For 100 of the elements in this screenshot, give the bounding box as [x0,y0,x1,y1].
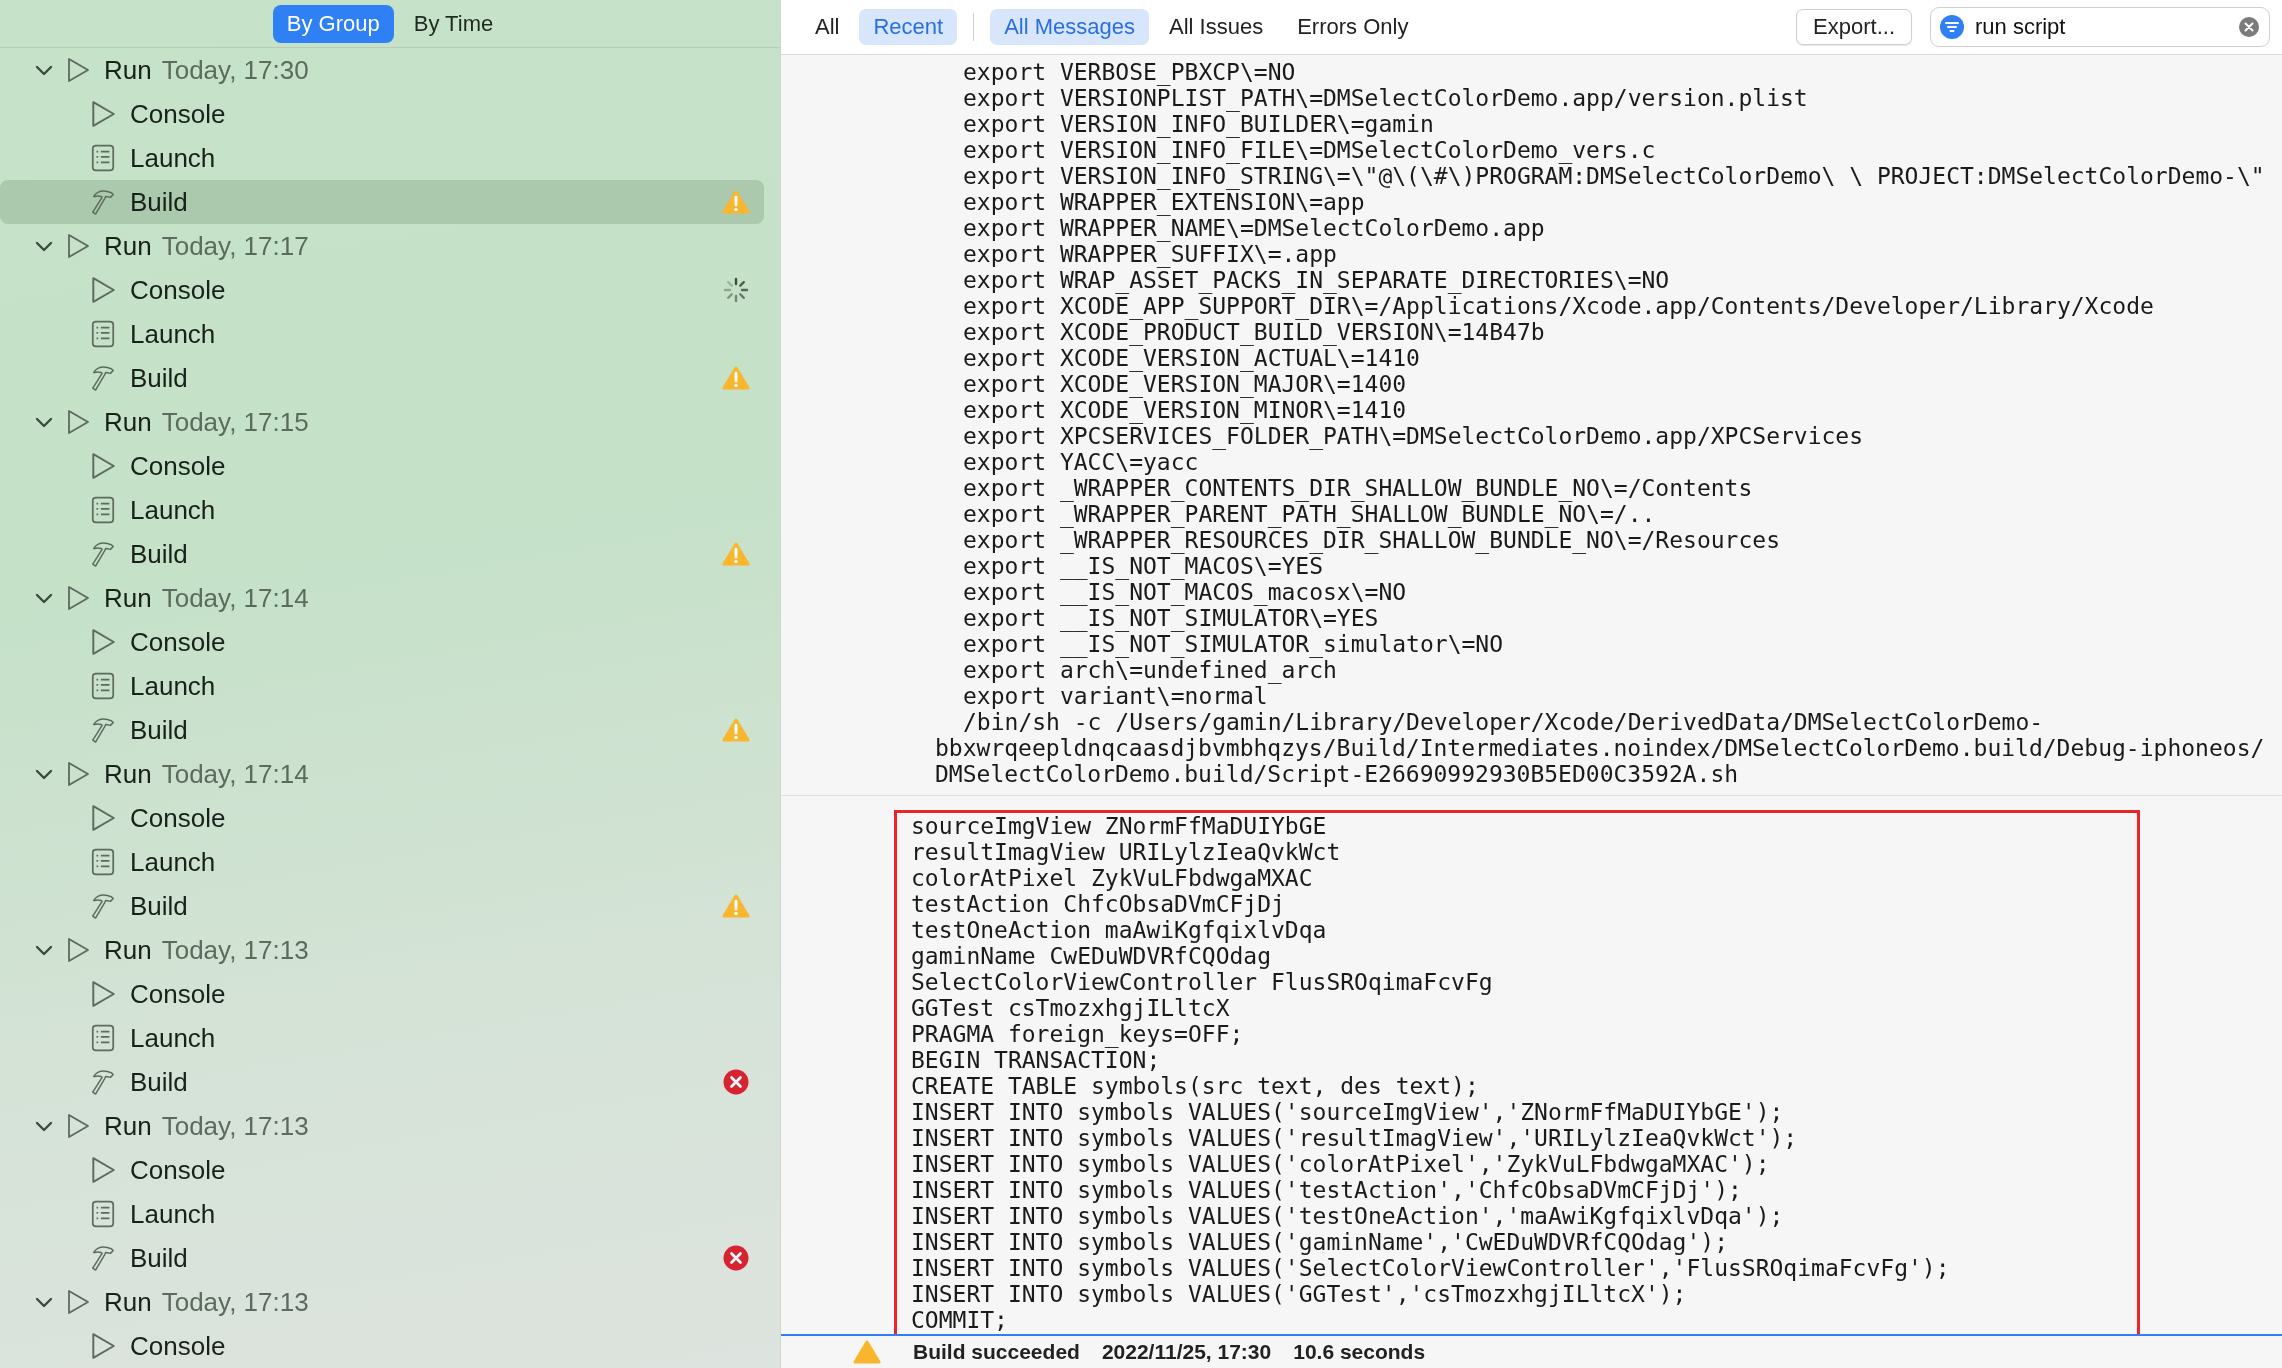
log-line: export VERSION_INFO_FILE\=DMSelectColorDemo_vers.c [962,137,1657,163]
log-line: PRAGMA foreign_keys=OFF; [911,1021,1245,1047]
log-item[interactable]: Build [0,708,764,752]
log-item[interactable]: Launch [0,1016,764,1060]
status-duration: 10.6 seconds [1293,1340,1426,1364]
run-time: Today, 17:17 [161,230,309,262]
log-line: export WRAPPER_SUFFIX\=.app [962,241,1337,267]
log-item[interactable]: Build [0,532,764,576]
run-row[interactable]: Run Today, 17:13 [0,928,764,972]
log-line: export VERSIONPLIST_PATH\=DMSelectColorDemo.app/version.plist [962,85,1809,111]
log-item-label: Console [130,626,227,658]
play-icon [90,276,116,304]
list-document-icon [90,848,116,876]
play-icon [66,233,90,259]
list-document-icon [90,672,116,700]
hammer-icon [90,892,116,920]
run-row[interactable]: Run Today, 17:13 [0,1280,764,1324]
status-message: Build succeeded [913,1340,1080,1364]
play-icon [66,585,90,611]
log-item-label: Build [130,1242,189,1274]
run-row[interactable]: Run Today, 17:17 [0,224,764,268]
run-label: Run [104,758,152,790]
run-row[interactable]: Run Today, 17:30 [0,48,764,92]
log-item[interactable]: Console [0,620,764,664]
export-button[interactable]: Export... [1796,9,1912,45]
log-line: export _WRAPPER_PARENT_PATH_SHALLOW_BUNDLE_NO\=/.. [962,501,1656,527]
run-time: Today, 17:13 [161,934,309,966]
log-item[interactable]: Console [0,1148,764,1192]
log-item-label: Console [130,274,227,306]
log-item[interactable]: Console [0,796,764,840]
run-time: Today, 17:14 [161,582,309,614]
log-item-label: Launch [130,846,217,878]
log-item[interactable]: Launch [0,664,764,708]
scope-filter[interactable]: Recent [859,9,958,45]
log-item[interactable]: Console [0,1324,764,1368]
log-line: INSERT INTO symbols VALUES('GGTest','csTmozxhgjILltcX'); [911,1281,1688,1307]
message-filter[interactable]: All Messages [990,9,1149,45]
run-row[interactable]: Run Today, 17:14 [0,576,764,620]
log-item[interactable]: Build [0,1060,764,1104]
play-icon [90,1156,116,1184]
play-icon [90,628,116,656]
log-item[interactable]: Console [0,92,764,136]
log-line: export __IS_NOT_SIMULATOR\=YES [962,605,1379,631]
log-item[interactable]: Build [0,884,764,928]
run-time: Today, 17:13 [161,1110,309,1142]
log-line: sourceImgView ZNormFfMaDUIYbGE [911,813,1328,839]
log-item-label: Console [130,98,227,130]
log-item[interactable]: Build [0,1236,764,1280]
search-field[interactable]: run script [1930,7,2270,47]
log-item[interactable]: Build [0,180,764,224]
log-item[interactable]: Build [0,356,764,400]
log-line: export _WRAPPER_CONTENTS_DIR_SHALLOW_BUNDLE_NO\=/Contents [962,475,1754,501]
list-document-icon [90,1200,116,1228]
log-item-label: Build [130,186,189,218]
list-document-icon [90,320,116,348]
log-item-label: Launch [130,142,217,174]
log-line: export WRAPPER_NAME\=DMSelectColorDemo.app [962,215,1546,241]
log-line: export XCODE_VERSION_MAJOR\=1400 [962,371,1407,397]
log-line: export VERBOSE_PBXCP\=NO [962,59,1297,85]
log-line: INSERT INTO symbols VALUES('sourceImgView','ZNormFfMaDUIYbGE'); [911,1099,1785,1125]
log-line: export VERSION_INFO_BUILDER\=gamin [962,111,1434,137]
log-item[interactable]: Console [0,444,764,488]
message-filter[interactable]: Errors Only [1283,9,1423,45]
log-line: INSERT INTO symbols VALUES('testAction','ChfcObsaDVmCFjDj'); [911,1177,1743,1203]
run-label: Run [104,230,152,262]
log-item[interactable]: Console [0,972,764,1016]
status-date: 2022/11/25, 17:30 [1101,1340,1272,1364]
run-label: Run [104,934,152,966]
message-filter[interactable]: All Issues [1155,9,1278,45]
group-mode-tab[interactable]: By Group [272,4,394,43]
run-label: Run [104,406,152,438]
play-icon [90,980,116,1008]
log-item[interactable]: Launch [0,312,764,356]
run-label: Run [104,1110,152,1142]
play-icon [66,57,90,83]
run-label: Run [104,582,152,614]
log-line: testOneAction maAwiKgfqixlvDqa [911,917,1328,943]
log-item[interactable]: Launch [0,136,764,180]
log-item-label: Build [130,714,189,746]
log-line: INSERT INTO symbols VALUES('colorAtPixel','ZykVuLFbdwgaMXAC'); [911,1151,1771,1177]
log-item[interactable]: Console [0,268,764,312]
log-line: export YACC\=yacc [962,449,1199,475]
play-icon [90,452,116,480]
run-row[interactable]: Run Today, 17:15 [0,400,764,444]
log-line: export _WRAPPER_RESOURCES_DIR_SHALLOW_BUNDLE_NO\=/Resources [962,527,1781,553]
scope-filter[interactable]: All [801,9,854,45]
log-item[interactable]: Launch [0,840,764,884]
run-row[interactable]: Run Today, 17:13 [0,1104,764,1148]
log-line: export __IS_NOT_SIMULATOR_simulator\=NO [962,631,1505,657]
log-line: export WRAP_ASSET_PACKS_IN_SEPARATE_DIRECTORIES\=NO [962,267,1671,293]
log-item[interactable]: Launch [0,488,764,532]
run-row[interactable]: Run Today, 17:14 [0,752,764,796]
hammer-icon [90,1068,116,1096]
log-line: testAction ChfcObsaDVmCFjDj [911,891,1286,917]
play-icon [90,804,116,832]
filter-icon[interactable] [1940,15,1964,39]
group-mode-tab[interactable]: By Time [399,4,508,43]
clear-icon[interactable] [2238,16,2260,38]
log-item[interactable]: Launch [0,1192,764,1236]
run-label: Run [104,54,152,86]
